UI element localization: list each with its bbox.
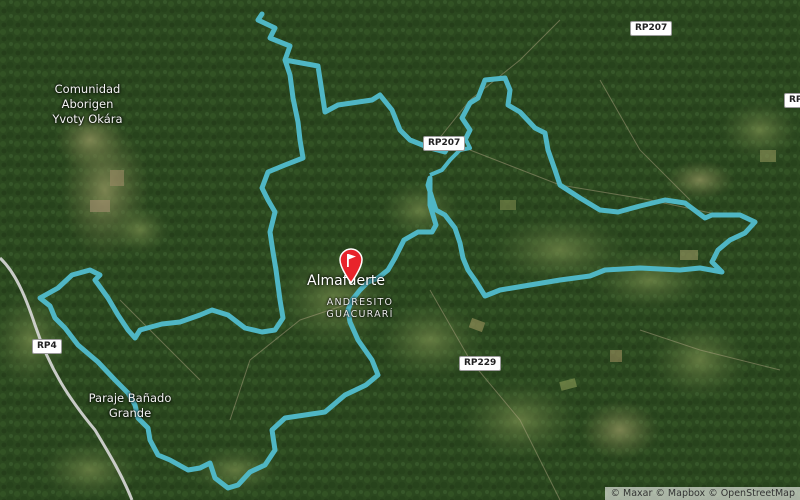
- district-label: ANDRESITO GUACURARÍ: [326, 297, 394, 320]
- road-shield-rp207: RP207: [423, 136, 466, 151]
- road-shield-rp: RP: [784, 93, 800, 108]
- place-label-comunidad: Comunidad Aborigen Yvoty Okára: [52, 82, 123, 126]
- road-shield-rp207: RP207: [630, 21, 673, 36]
- satellite-map[interactable]: Comunidad Aborigen Yvoty Okára Paraje Ba…: [0, 0, 800, 500]
- road-shield-rp4: RP4: [32, 339, 62, 354]
- route-overlay: [37, 11, 758, 491]
- road-shield-rp229: RP229: [459, 356, 502, 371]
- flag-marker-icon[interactable]: [338, 248, 364, 285]
- map-attribution: © Maxar © Mapbox © OpenStreetMap: [605, 487, 800, 500]
- attribution-mapbox-link[interactable]: © Mapbox: [655, 488, 705, 499]
- place-label-paraje: Paraje Bañado Grande: [88, 391, 172, 420]
- attribution-osm-link[interactable]: © OpenStreetMap: [708, 488, 795, 499]
- attribution-maxar-link[interactable]: © Maxar: [610, 488, 652, 499]
